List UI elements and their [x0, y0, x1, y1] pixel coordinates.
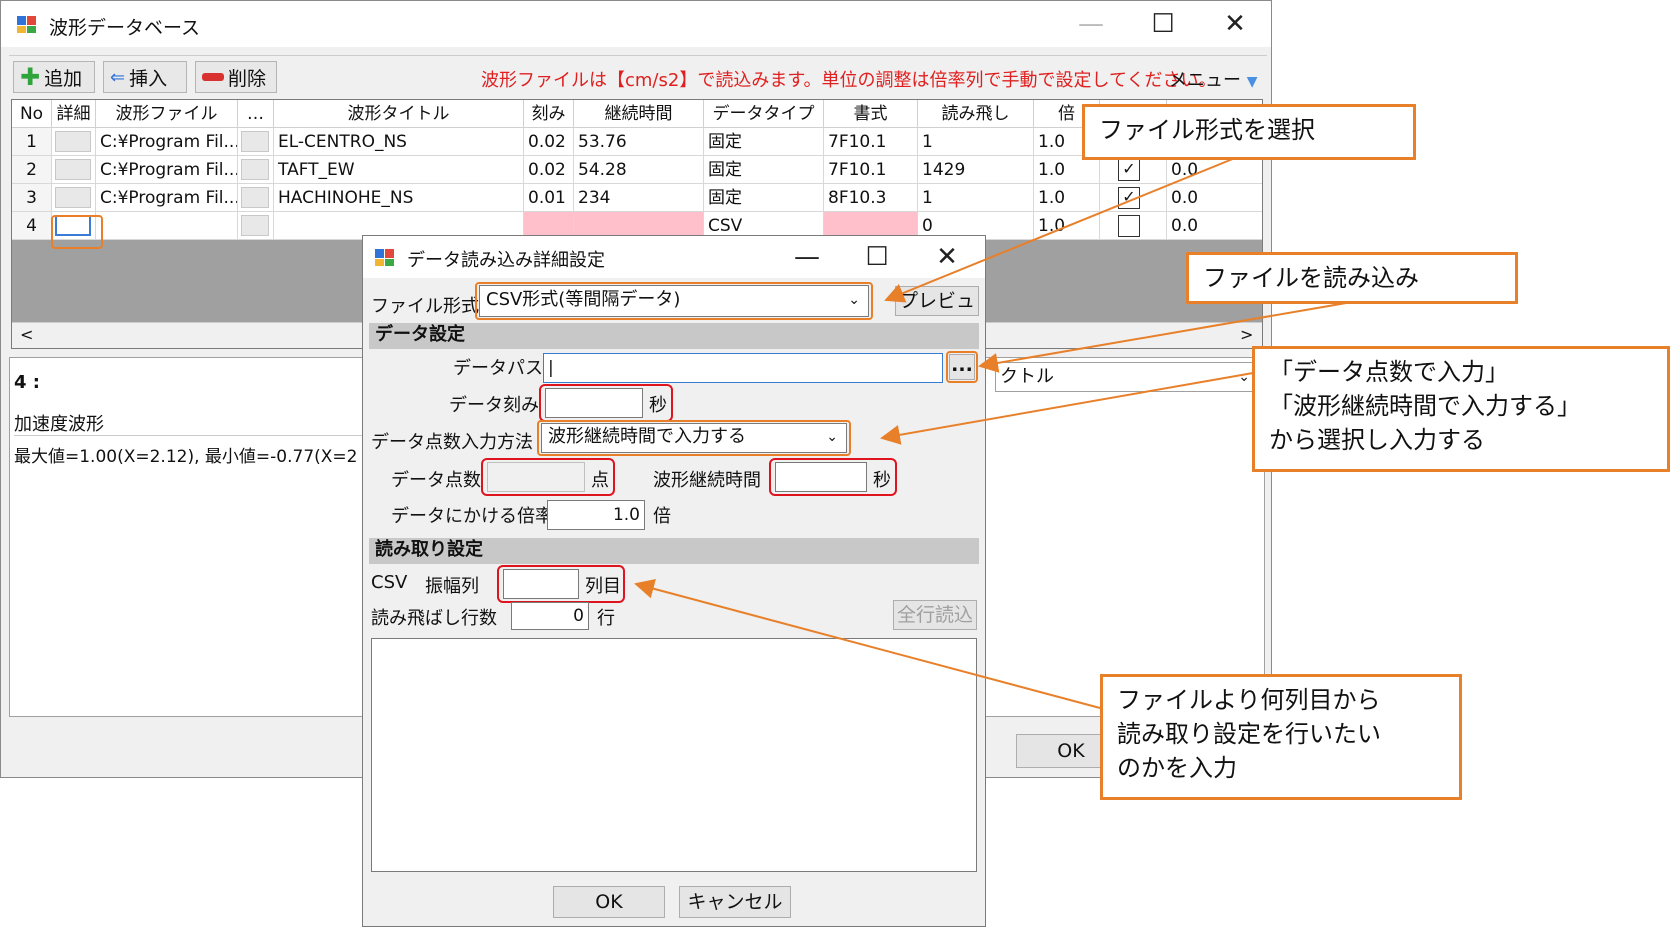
callout-count-method-line: 「データ点数で入力」: [1269, 358, 1509, 386]
callout-load-file: ファイルを読み込み: [1186, 252, 1518, 304]
callout-column-line: ファイルより何列目から: [1117, 686, 1381, 714]
arrow-count-method: [880, 372, 1254, 445]
callout-count-method-line: 「波形継続時間で入力する」: [1269, 392, 1581, 420]
arrow-column: [634, 578, 1101, 709]
callout-column: ファイルより何列目から 読み取り設定を行いたい のかを入力: [1100, 674, 1462, 800]
callout-count-method-line: から選択し入力する: [1269, 426, 1485, 454]
callout-column-line: 読み取り設定を行いたい: [1117, 720, 1381, 748]
callout-column-line: のかを入力: [1117, 754, 1237, 782]
callout-count-method: 「データ点数で入力」 「波形継続時間で入力する」 から選択し入力する: [1252, 346, 1670, 472]
callout-file-format: ファイル形式を選択: [1082, 104, 1416, 160]
